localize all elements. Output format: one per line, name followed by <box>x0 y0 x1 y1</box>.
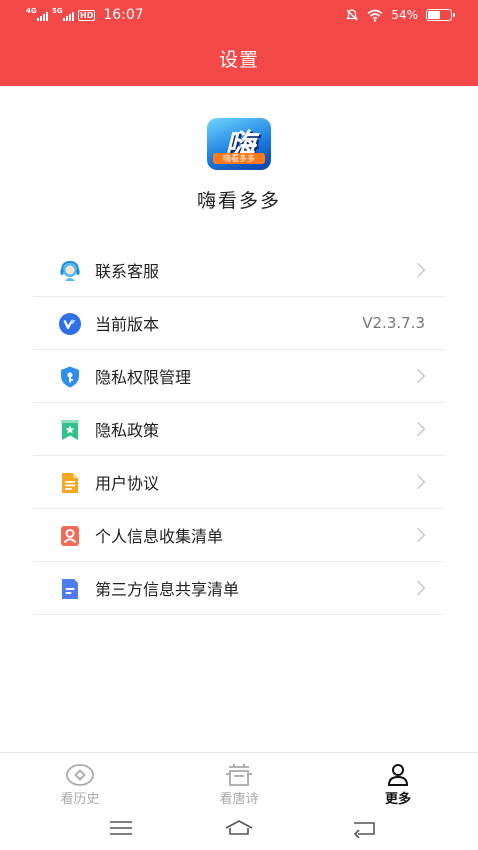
version-value: V2.3.7.3 <box>362 314 425 332</box>
sim1-signal-icon: 4G <box>26 8 48 22</box>
battery-percent: 54% <box>391 8 418 22</box>
version-icon <box>59 313 81 335</box>
menu-item-version[interactable]: 当前版本 V2.3.7.3 <box>33 297 445 350</box>
status-left: 4G 5G HD 16:07 <box>26 6 144 24</box>
tab-poems[interactable]: 看唐诗 <box>194 763 284 807</box>
list-doc-icon <box>62 579 78 599</box>
status-bar: 4G 5G HD 16:07 54% <box>0 0 478 30</box>
menu-item-label: 隐私政策 <box>95 421 160 440</box>
tab-history[interactable]: 看历史 <box>35 763 125 807</box>
menu-item-customer-service[interactable]: 联系客服 <box>33 244 445 297</box>
chevron-right-icon <box>410 368 426 384</box>
chevron-right-icon <box>410 421 426 437</box>
sim2-signal-icon: 5G <box>52 8 74 22</box>
hd-badge: HD <box>78 9 96 21</box>
person-card-icon <box>61 526 79 546</box>
menu-item-third-party-sharing-list[interactable]: 第三方信息共享清单 <box>33 562 445 615</box>
title-bar: 设置 <box>0 30 478 86</box>
back-icon[interactable] <box>350 818 380 838</box>
silent-icon <box>346 9 359 21</box>
menu-item-label: 第三方信息共享清单 <box>95 580 240 599</box>
menu-item-personal-info-list[interactable]: 个人信息收集清单 <box>33 509 445 562</box>
menu-item-user-agreement[interactable]: 用户协议 <box>33 456 445 509</box>
sim1-label: 4G <box>26 7 37 15</box>
menu-item-label: 当前版本 <box>95 315 160 334</box>
chevron-right-icon <box>410 580 426 596</box>
app-logo: 嗨 嗨看多多 <box>207 118 271 170</box>
menu-item-privacy-permissions[interactable]: 隐私权限管理 <box>33 350 445 403</box>
wifi-icon <box>367 9 383 22</box>
tab-more[interactable]: 更多 <box>353 763 443 807</box>
menu-item-label: 用户协议 <box>95 474 160 493</box>
menu-item-label: 隐私权限管理 <box>95 368 192 387</box>
tab-label: 更多 <box>384 792 411 807</box>
tab-label: 看唐诗 <box>219 792 259 807</box>
pot-icon <box>226 764 252 786</box>
chevron-right-icon <box>410 262 426 278</box>
battery-icon <box>426 9 455 21</box>
home-icon[interactable] <box>224 818 254 838</box>
menu-icon[interactable] <box>106 818 136 838</box>
sim2-label: 5G <box>52 7 63 15</box>
tab-label: 看历史 <box>60 792 100 807</box>
chevron-right-icon <box>410 474 426 490</box>
status-time: 16:07 <box>103 7 144 23</box>
customer-service-icon <box>60 260 80 281</box>
menu-item-privacy-policy[interactable]: 隐私政策 <box>33 403 445 456</box>
document-icon <box>62 473 78 493</box>
bookmark-star-icon <box>61 420 79 440</box>
settings-menu: 联系客服 当前版本 V2.3.7.3 隐私权限管理 隐私政策 用户协议 个人信息… <box>33 244 445 615</box>
app-logo-band: 嗨看多多 <box>213 153 265 164</box>
chevron-right-icon <box>410 527 426 543</box>
page-title: 设置 <box>218 48 259 71</box>
system-nav-bar <box>0 810 478 850</box>
person-icon <box>387 764 409 786</box>
bottom-tab-bar: 看历史 看唐诗 更多 <box>0 752 478 810</box>
menu-item-label: 联系客服 <box>95 262 160 281</box>
menu-item-label: 个人信息收集清单 <box>95 527 224 546</box>
eye-icon <box>66 764 94 786</box>
status-right: 54% <box>345 6 455 24</box>
shield-icon <box>61 366 79 388</box>
app-name: 嗨看多多 <box>196 190 281 212</box>
